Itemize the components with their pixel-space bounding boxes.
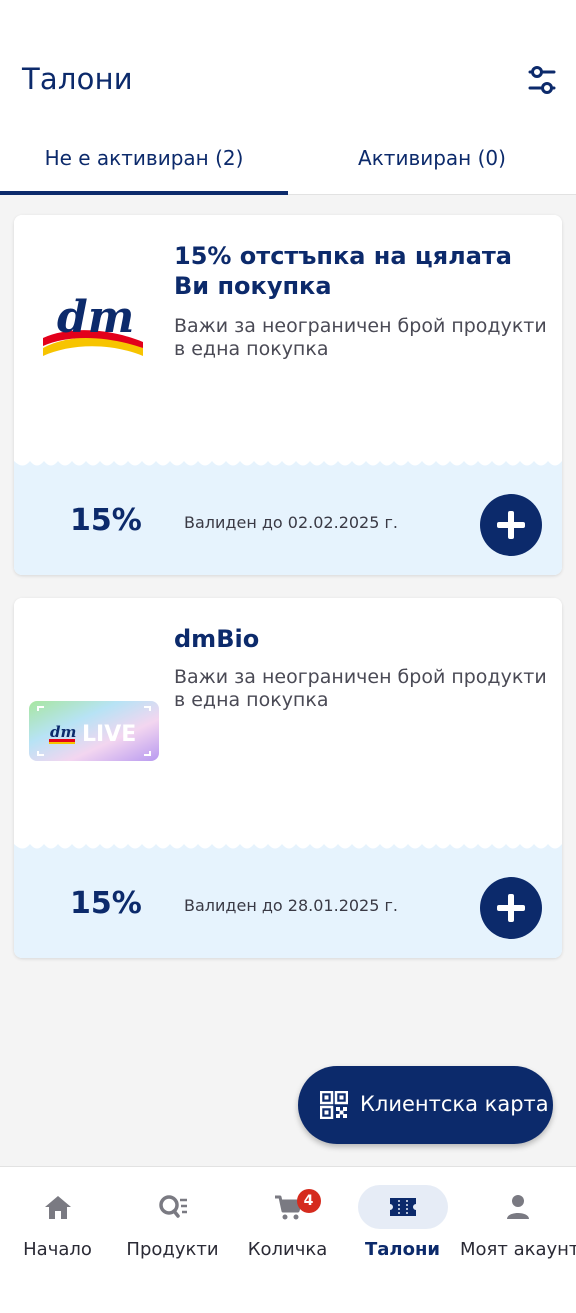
sliders-icon — [528, 66, 556, 94]
tab-label: Активиран (0) — [358, 146, 506, 170]
nav-item-cart[interactable]: 4 Количка — [230, 1167, 345, 1287]
customer-card-button[interactable]: Клиентска карта — [298, 1066, 553, 1144]
bottom-navigation: Начало Продукти 4 Количка Талони Моят ак… — [0, 1166, 576, 1313]
coupon-card-body: dm 15% отстъпка на цялата Ви покупка Важ… — [14, 215, 562, 461]
qr-code-icon — [320, 1091, 348, 1119]
page-title: Талони — [22, 62, 133, 96]
coupon-description: Важи за неограничен брой продукти в една… — [174, 666, 547, 711]
top-app-bar: Талони — [0, 0, 576, 123]
coupon-tabs: Не е активиран (2) Активиран (0) — [0, 122, 576, 195]
home-icon — [44, 1196, 71, 1219]
tab-not-activated[interactable]: Не е активиран (2) — [0, 122, 288, 195]
nav-label: Продукти — [126, 1239, 219, 1260]
nav-icon-container — [128, 1185, 218, 1229]
coupon-title: 15% отстъпка на цялата Ви покупка — [174, 242, 513, 300]
customer-card-label: Клиентска карта — [360, 1092, 549, 1116]
activate-coupon-button[interactable] — [480, 494, 542, 556]
scalloped-edge — [14, 835, 562, 849]
cart-count-badge: 4 — [296, 1189, 321, 1213]
svg-text:dm: dm — [50, 723, 76, 741]
nav-item-coupons[interactable]: Талони — [345, 1167, 460, 1287]
nav-label: Начало — [23, 1239, 92, 1260]
nav-item-products[interactable]: Продукти — [115, 1167, 230, 1287]
ticket-icon — [389, 1198, 416, 1216]
coupon-discount: 15% — [70, 886, 142, 921]
coupon-card-footer: 15% Валиден до 02.02.2025 г. — [14, 452, 562, 575]
coupon-discount: 15% — [70, 503, 142, 538]
dm-logo: dm — [28, 285, 160, 375]
nav-icon-container: 4 — [243, 1185, 333, 1229]
tab-label: Не е активиран (2) — [44, 146, 244, 170]
activate-coupon-button[interactable] — [480, 877, 542, 939]
tab-activated[interactable]: Активиран (0) — [288, 122, 576, 194]
user-icon — [506, 1195, 529, 1219]
filter-button[interactable] — [522, 60, 562, 100]
scalloped-edge — [14, 452, 562, 466]
coupon-description: Важи за неограничен брой продукти в една… — [174, 315, 547, 360]
nav-label: Количка — [247, 1239, 328, 1260]
nav-label: Моят акаунт — [460, 1239, 576, 1260]
svg-text:dm: dm — [57, 292, 134, 343]
search-list-icon — [158, 1195, 187, 1218]
nav-icon-container — [357, 1185, 448, 1229]
nav-icon-container — [473, 1185, 563, 1229]
nav-label: Талони — [364, 1239, 441, 1260]
coupon-validity: Валиден до 02.02.2025 г. — [184, 513, 398, 532]
svg-text:LIVE: LIVE — [82, 722, 136, 747]
nav-item-home[interactable]: Начало — [0, 1167, 115, 1287]
coupon-card[interactable]: dm LIVE dmBio Важи за неограничен брой п… — [14, 598, 562, 958]
nav-icon-container — [13, 1185, 103, 1229]
coupon-validity: Валиден до 28.01.2025 г. — [184, 896, 398, 915]
coupon-card[interactable]: dm 15% отстъпка на цялата Ви покупка Важ… — [14, 215, 562, 575]
coupon-title: dmBio — [174, 625, 260, 653]
coupon-card-body: dm LIVE dmBio Важи за неограничен брой п… — [14, 598, 562, 844]
coupon-card-footer: 15% Валиден до 28.01.2025 г. — [14, 835, 562, 958]
nav-item-account[interactable]: Моят акаунт — [460, 1167, 576, 1287]
dm-live-logo: dm LIVE — [28, 686, 160, 776]
